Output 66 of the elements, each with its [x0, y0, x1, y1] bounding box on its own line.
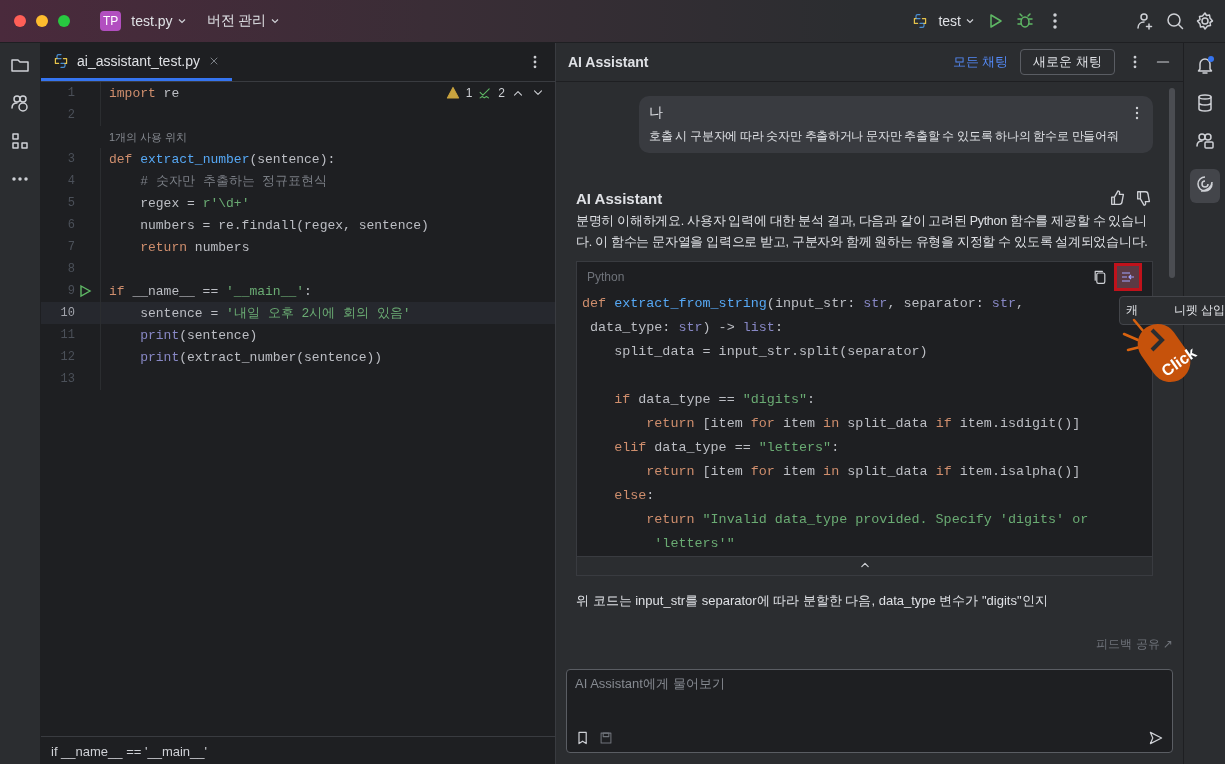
scrollbar[interactable]: [1169, 88, 1175, 278]
run-config-menu[interactable]: test: [938, 13, 961, 29]
reply-text: 분명히 이해하게요. 사용자 입력에 대한 분석 결과, 다음과 같이 고려된 Python 함수를 제공할 수 있습니다. 이 함수는 문자열을 입력으로 받고, 구분자와 함께 원하는 유형을 지정할 수 있도록 설계되었습니다.: [576, 213, 1149, 251]
code-language: Python: [587, 270, 625, 284]
insert-lines-icon: [1121, 271, 1135, 283]
vcs-menu[interactable]: 버전 관리: [206, 12, 267, 30]
minimize-button[interactable]: [36, 15, 48, 27]
add-user-icon[interactable]: [1135, 11, 1155, 31]
code-line: numbers = re.findall(regex, sentence): [139, 217, 429, 233]
code-line: print(extract_number(sentence)): [139, 349, 383, 365]
line-number: 10: [59, 306, 75, 320]
thumbs-up-icon[interactable]: [1109, 189, 1127, 207]
people-chat-icon[interactable]: [1194, 131, 1215, 151]
weak-warning-count: 2: [498, 86, 505, 100]
close-button[interactable]: [14, 15, 26, 27]
code-line: return "Invalid data_type provided. Specify 'digits' or: [645, 512, 1089, 527]
chat-input-field[interactable]: AI Assistant에게 물어보기: [575, 676, 1164, 691]
settings-icon[interactable]: [1195, 11, 1215, 31]
usage-hint[interactable]: 1개의 사용 위치: [41, 129, 188, 145]
code-line: if data_type == "digits":: [613, 392, 816, 407]
code-line: return [item for item in split_data if item.isdigit()]: [645, 416, 1081, 431]
chevron-down-icon[interactable]: [270, 16, 281, 26]
code-line: split_data = input_str.split(separator): [613, 344, 928, 359]
chevron-down-icon[interactable]: [965, 16, 975, 26]
code-line: import re: [108, 85, 180, 101]
run-icon[interactable]: [78, 284, 92, 298]
message-text: 호출 시 구분자에 따라 숫자만 추출하거나 문자만 추출할 수 있도록 하나의 함수로 만들어줘: [649, 128, 1120, 145]
code-line: data_type: str) -> list:: [589, 320, 783, 335]
file-tab[interactable]: ai_assistant_test.py: [41, 43, 232, 81]
ai-assistant-tool-button[interactable]: [1189, 169, 1220, 203]
code-line: elif data_type == "letters":: [613, 440, 840, 455]
chevron-down-icon[interactable]: [176, 16, 187, 26]
code-line: if __name__ == '__main__':: [108, 283, 312, 299]
code-line: def extract_number(sentence):: [108, 151, 336, 167]
message-author: 나: [649, 104, 663, 122]
more-icon[interactable]: [1135, 106, 1139, 120]
reply-author: AI Assistant: [576, 189, 663, 207]
copy-icon[interactable]: [1092, 269, 1108, 285]
structure-icon[interactable]: [10, 131, 30, 151]
people-help-icon[interactable]: [10, 93, 30, 113]
breadcrumb[interactable]: if __name__ == '__main__': [51, 743, 208, 759]
explanation-text: 위 코드는 input_str를 separator에 따라 분할한 다음, data_type 변수가 "digits"인지: [576, 592, 1049, 610]
warning-count: 1: [465, 86, 473, 100]
project-menu[interactable]: test.py: [131, 13, 173, 29]
code-line: # 숫자만 추출하는 정규표현식: [139, 173, 328, 190]
code-line: return numbers: [139, 239, 250, 255]
code-line: 'letters'": [653, 536, 735, 551]
warning-icon[interactable]: [445, 86, 460, 100]
search-icon[interactable]: [1165, 11, 1185, 31]
code-line: return [item for item in split_data if item.isalpha()]: [645, 464, 1081, 479]
weak-warning-icon[interactable]: [478, 86, 493, 100]
code-line: else:: [613, 488, 655, 503]
bug-icon[interactable]: [1015, 11, 1035, 31]
spiral-icon: [1194, 174, 1215, 194]
thumbs-down-icon[interactable]: [1135, 189, 1153, 207]
project-badge: TP: [100, 11, 122, 31]
send-icon[interactable]: [1148, 730, 1164, 746]
zoom-button[interactable]: [58, 15, 70, 27]
code-line: print(sentence): [139, 327, 258, 343]
code-line: regex = r'\d+': [139, 195, 250, 211]
save-icon[interactable]: [599, 731, 613, 745]
code-line: def extract_from_string(input_str: str, separator: str,: [582, 296, 1024, 311]
new-chat-button[interactable]: 새로운 채팅: [1020, 49, 1115, 75]
panel-title: AI Assistant: [568, 54, 649, 70]
code-line: sentence = '내일 오후 2시에 회의 있음': [139, 305, 411, 322]
all-chats-link[interactable]: 모든 채팅: [952, 53, 1009, 71]
